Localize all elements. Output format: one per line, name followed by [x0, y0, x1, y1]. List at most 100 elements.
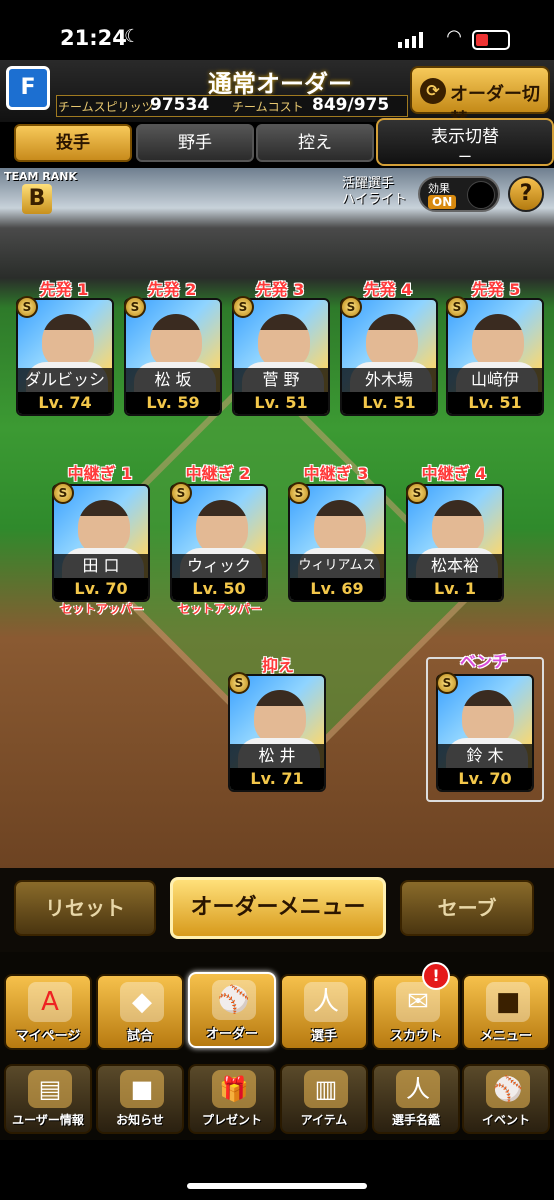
player-level: Lv. 70 [54, 578, 148, 600]
menu-icon: ■ [486, 982, 530, 1022]
user-info-icon: ▤ [28, 1070, 72, 1108]
effect-state: ON [428, 195, 457, 209]
player-level: Lv. 70 [438, 768, 532, 790]
clock: 21:24 [60, 26, 127, 50]
refresh-icon: ⟳ [420, 78, 446, 104]
role-label: セットアッパー [177, 602, 262, 616]
rarity-coin-icon: S [340, 296, 362, 318]
effect-toggle[interactable]: 効果 ON [418, 176, 500, 212]
nav-user-info[interactable]: ▤ ユーザー情報 [4, 1064, 92, 1134]
nav-scout[interactable]: ✉ スカウト [372, 974, 460, 1050]
effect-label: 効果 [428, 182, 450, 195]
nav-order[interactable]: ⚾ オーダー [188, 972, 276, 1048]
rarity-coin-icon: S [288, 482, 310, 504]
player-level: Lv. 51 [448, 392, 542, 414]
nav-label: アイテム [300, 1113, 348, 1127]
nav-menu[interactable]: ■ メニュー [462, 974, 550, 1050]
display-toggle-value: ー [458, 150, 472, 166]
nav-label: 選手 [310, 1029, 337, 1044]
display-toggle-button[interactable]: 表示切替 ー [376, 118, 554, 166]
nav-label: スカウト [389, 1029, 442, 1044]
gift-icon: 🎁 [212, 1070, 256, 1108]
nav-label: 選手名鑑 [391, 1113, 440, 1127]
order-menu-button[interactable]: オーダーメニュー [170, 877, 386, 939]
team-rank-label: TEAM RANK [4, 170, 78, 183]
rarity-coin-icon: S [16, 296, 38, 318]
nav-mypage[interactable]: A マイページ [4, 974, 92, 1050]
player-level: Lv. 71 [230, 768, 324, 790]
highlight-label: 活躍選手 ハイライト [342, 176, 407, 208]
moon-icon: ☾ [124, 26, 141, 47]
nav-news[interactable]: ■ お知らせ [96, 1064, 184, 1134]
nav-label: メニュー [479, 1029, 532, 1044]
player-icon: 人 [304, 982, 348, 1022]
cost-label: チームコスト [232, 100, 304, 114]
nav-players[interactable]: 人 選手 [280, 974, 368, 1050]
stadium-icon: ◆ [120, 982, 164, 1022]
order-icon: ⚾ [212, 980, 256, 1020]
reset-button[interactable]: リセット [14, 880, 156, 936]
nav-present[interactable]: 🎁 プレゼント [188, 1064, 276, 1134]
bottom-safe-area [0, 1140, 554, 1200]
mypage-icon: A [28, 982, 72, 1022]
nav-item[interactable]: ▥ アイテム [280, 1064, 368, 1134]
player-level: Lv. 74 [18, 392, 112, 414]
player-portrait [78, 500, 130, 554]
nav-match[interactable]: ◆ 試合 [96, 974, 184, 1050]
player-name: 外木場 [342, 368, 436, 392]
player-name: ダルビッシュ [18, 368, 112, 413]
tab-pitcher[interactable]: 投手 [14, 124, 132, 162]
rarity-coin-icon: S [446, 296, 468, 318]
team-logo[interactable]: F [6, 66, 50, 110]
order-switch-button[interactable]: ⟳ オーダー切替 [410, 66, 550, 131]
nav-label: 試合 [126, 1029, 153, 1044]
player-level: Lv. 50 [172, 578, 266, 600]
player-portrait [462, 690, 514, 744]
display-toggle-label: 表示切替 [431, 127, 499, 147]
home-indicator[interactable] [187, 1183, 367, 1189]
nav-label: ユーザー情報 [12, 1113, 84, 1127]
player-name: ウィック [172, 554, 266, 578]
event-icon: ⚾ [486, 1070, 530, 1108]
nav-label: お知らせ [116, 1113, 164, 1127]
status-bar: 21:24 ☾ ◠ [0, 0, 554, 60]
player-name: 松 坂 [126, 368, 220, 392]
nav-label: オーダー [205, 1027, 258, 1042]
tab-fielder[interactable]: 野手 [136, 124, 254, 162]
signal-icon [398, 32, 424, 48]
player-name: 松 井 [230, 744, 324, 768]
player-name: 田 口 [54, 554, 148, 578]
player-name: ウィリアムス [290, 554, 384, 578]
tab-reserve[interactable]: 控え [256, 124, 374, 162]
highlight-label-1: 活躍選手 [342, 176, 395, 191]
player-portrait [366, 314, 418, 368]
nav-label: プレゼント [201, 1113, 262, 1127]
nav-event[interactable]: ⚾ イベント [462, 1064, 550, 1134]
rarity-coin-icon: S [406, 482, 428, 504]
player-level: Lv. 51 [342, 392, 436, 414]
spirit-label: チームスピリッツ [58, 100, 154, 114]
player-portrait [258, 314, 310, 368]
role-label: セットアッパー [59, 602, 144, 616]
reliever-slot-label: 中継ぎ 4 [421, 464, 487, 483]
nav-player-directory[interactable]: 人 選手名鑑 [372, 1064, 460, 1134]
notification-badge: ! [422, 962, 450, 990]
player-portrait [150, 314, 202, 368]
player-name: 鈴 木 [438, 744, 532, 768]
player-portrait [432, 500, 484, 554]
help-button[interactable]: ? [508, 176, 544, 212]
player-name: 菅 野 [234, 368, 328, 392]
player-portrait [472, 314, 524, 368]
spirit-value: 97534 [150, 95, 210, 115]
cost-value: 849/975 [312, 95, 390, 115]
toggle-knob [467, 181, 495, 209]
player-level: Lv. 1 [408, 578, 502, 600]
player-portrait [314, 500, 366, 554]
wifi-icon: ◠ [446, 26, 462, 47]
rarity-coin-icon: S [124, 296, 146, 318]
directory-icon: 人 [396, 1070, 440, 1108]
save-button[interactable]: セーブ [400, 880, 534, 936]
reliever-slot-label: 中継ぎ 2 [185, 464, 251, 483]
highlight-label-2: ハイライト [342, 192, 407, 207]
player-level: Lv. 69 [290, 578, 384, 600]
